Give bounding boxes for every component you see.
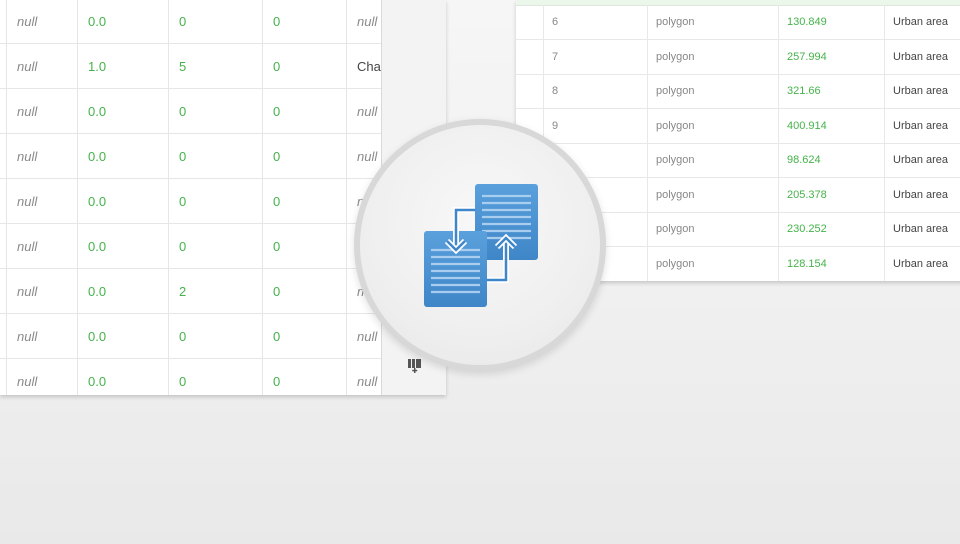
table-row[interactable]: null0.000null [0, 314, 381, 359]
count-cell: 0 [168, 134, 262, 178]
value-cell: 0.0 [77, 314, 168, 358]
count-cell: 5 [168, 44, 262, 88]
value-cell: 0.0 [77, 0, 168, 43]
area-cell: 257.994 [778, 40, 884, 74]
zero-cell: 0 [262, 0, 346, 43]
attr-cell: null [6, 224, 77, 268]
value-cell: 0.0 [77, 269, 168, 313]
zero-cell: 0 [262, 44, 346, 88]
geometry-cell: polygon [647, 40, 778, 74]
table-row[interactable]: null0.020null [0, 269, 381, 314]
table-row[interactable]: null1.050Char [0, 44, 381, 89]
area-cell: 400.914 [778, 109, 884, 143]
id-cell: 9 [543, 109, 647, 143]
id-cell: 6 [543, 5, 647, 39]
count-cell: 0 [168, 359, 262, 395]
category-cell: Urban area [884, 178, 960, 212]
table-row[interactable]: 9 polygon 400.914 Urban area [516, 109, 960, 144]
attr-cell: null [6, 134, 77, 178]
category-cell: Urban area [884, 74, 960, 108]
value-cell: 0.0 [77, 179, 168, 223]
count-cell: 0 [168, 89, 262, 133]
zero-cell: 0 [262, 89, 346, 133]
attr-cell: null [6, 0, 77, 43]
value-cell: 0.0 [77, 134, 168, 178]
area-cell: 130.849 [778, 5, 884, 39]
table-row[interactable]: 8 polygon 321.66 Urban area [516, 74, 960, 109]
id-cell: 8 [543, 74, 647, 108]
attr-cell: null [6, 89, 77, 133]
value-cell: 0.0 [77, 89, 168, 133]
zero-cell: 0 [262, 359, 346, 395]
area-cell: 205.378 [778, 178, 884, 212]
geometry-cell: polygon [647, 178, 778, 212]
geometry-cell: polygon [647, 5, 778, 39]
label-cell: null [346, 0, 381, 43]
count-cell: 0 [168, 224, 262, 268]
swap-documents-icon [420, 180, 542, 310]
value-cell: 1.0 [77, 44, 168, 88]
count-cell: 0 [168, 179, 262, 223]
geometry-cell: polygon [647, 247, 778, 281]
attr-cell: null [6, 359, 77, 395]
category-cell: Urban area [884, 5, 960, 39]
table-row[interactable]: 6 polygon 130.849 Urban area [516, 5, 960, 40]
table-row[interactable]: null0.000null [0, 179, 381, 224]
count-cell: 0 [168, 314, 262, 358]
zero-cell: 0 [262, 179, 346, 223]
zero-cell: 0 [262, 134, 346, 178]
label-cell: null [346, 89, 381, 133]
columns-icon[interactable] [406, 357, 424, 375]
table-row[interactable]: null0.000null [0, 89, 381, 134]
zero-cell: 0 [262, 224, 346, 268]
area-cell: 230.252 [778, 212, 884, 246]
id-cell: 7 [543, 40, 647, 74]
count-cell: 0 [168, 0, 262, 43]
label-cell: null [346, 134, 381, 178]
attr-cell: null [6, 44, 77, 88]
category-cell: Urban area [884, 40, 960, 74]
left-data-table: null0.000nullnull1.050Charnull0.000nulln… [0, 0, 381, 395]
category-cell: Urban area [884, 212, 960, 246]
geometry-cell: polygon [647, 143, 778, 177]
category-cell: Urban area [884, 247, 960, 281]
area-cell: 128.154 [778, 247, 884, 281]
label-cell: null [346, 314, 381, 358]
table-row[interactable]: null0.000null [0, 0, 381, 44]
zero-cell: 0 [262, 269, 346, 313]
geometry-cell: polygon [647, 212, 778, 246]
attr-cell: null [6, 269, 77, 313]
label-cell: Char [346, 44, 381, 88]
value-cell: 0.0 [77, 224, 168, 268]
table-row[interactable]: null0.000null [0, 224, 381, 269]
category-cell: Urban area [884, 143, 960, 177]
area-cell: 98.624 [778, 143, 884, 177]
geometry-cell: polygon [647, 74, 778, 108]
area-cell: 321.66 [778, 74, 884, 108]
category-cell: Urban area [884, 109, 960, 143]
geometry-cell: polygon [647, 109, 778, 143]
attr-cell: null [6, 179, 77, 223]
zero-cell: 0 [262, 314, 346, 358]
count-cell: 2 [168, 269, 262, 313]
value-cell: 0.0 [77, 359, 168, 395]
table-row[interactable]: null0.000null [0, 134, 381, 179]
attr-cell: null [6, 314, 77, 358]
table-row[interactable]: null0.000null [0, 359, 381, 395]
table-row[interactable]: 7 polygon 257.994 Urban area [516, 40, 960, 75]
label-cell: null [346, 359, 381, 395]
